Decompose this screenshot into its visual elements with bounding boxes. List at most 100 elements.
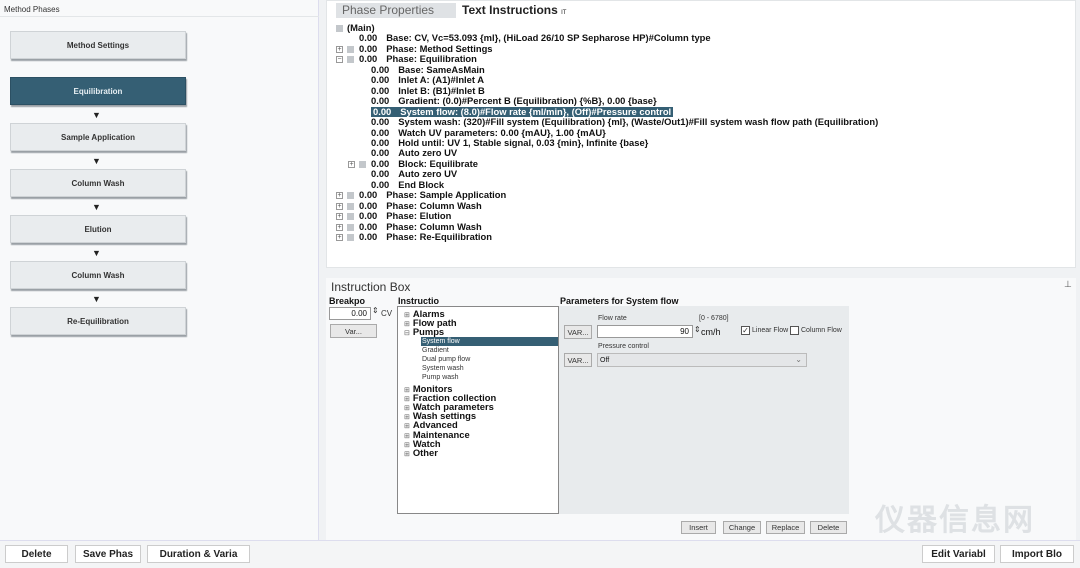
flow-rate-var-button[interactable]: VAR... — [564, 325, 592, 339]
tree-row-value: 0.00 — [371, 84, 390, 96]
expand-icon[interactable]: ⊟ — [404, 330, 410, 337]
expand-icon[interactable]: + — [336, 192, 343, 200]
tab-bar: Phase Properties Text Instructions IT — [336, 3, 573, 18]
tree-row-value: 0.00 — [359, 220, 378, 232]
phase-button[interactable]: Re-Equilibration — [10, 307, 186, 335]
import-block-button[interactable]: Import Blo — [1000, 545, 1074, 563]
tree-row-label: System flow: (8.0)#Flow rate {ml/min}, (… — [400, 105, 672, 117]
tree-row-label: Inlet A: (A1)#Inlet A — [398, 74, 485, 86]
node-square-icon — [347, 45, 354, 53]
tree-row-value: 0.00 — [371, 178, 390, 190]
instruction-box-title: Instruction Box — [331, 280, 411, 294]
pin-icon[interactable]: ⊥ — [1064, 279, 1072, 290]
tree-row-value: 0.00 — [371, 126, 390, 138]
node-square-icon — [347, 213, 354, 221]
tree-row-label: Watch UV parameters: 0.00 {mAU}, 1.00 {m… — [398, 126, 606, 138]
tab-text-instructions[interactable]: Text Instructions IT — [456, 3, 573, 18]
var-button[interactable]: Var... — [330, 324, 377, 338]
tree-row-value: 0.00 — [359, 42, 378, 54]
tree-row-text: 0.00 System wash: (320)#Fill system (Equi… — [371, 116, 879, 128]
edit-variables-button[interactable]: Edit Variabl — [922, 545, 995, 563]
chevron-down-icon: ⌄ — [795, 355, 802, 364]
linear-flow-checkbox[interactable]: ✓ Linear Flow — [741, 326, 788, 335]
duration-variables-button[interactable]: Duration & Varia — [147, 545, 250, 563]
phase-button[interactable]: Column Wash — [10, 261, 186, 289]
phase-button[interactable]: Elution — [10, 215, 186, 243]
pressure-control-value: Off — [600, 357, 610, 364]
phase-button[interactable]: Sample Application — [10, 123, 186, 151]
tree-row-value: 0.00 — [371, 157, 390, 169]
tree-row-value: 0.00 — [359, 189, 378, 201]
params-title: Parameters for System flow — [560, 296, 679, 306]
instruction-group[interactable]: ⊞ Other — [404, 448, 438, 459]
tree-row-label: Phase: Sample Application — [386, 189, 507, 201]
watermark-logo: 仪器信息网 — [875, 504, 1035, 537]
tree-row-value: 0.00 — [371, 74, 390, 86]
pressure-control-label: Pressure control — [598, 343, 649, 350]
tree-row-label: Phase: Equilibration — [386, 53, 477, 65]
tree-row-value: 0.00 — [371, 116, 390, 128]
tree-row-label: Phase: Re-Equilibration — [386, 231, 492, 242]
down-triangle-icon: ▼ — [92, 110, 101, 120]
instruction-label: Instructio — [398, 296, 440, 306]
tree-row-label: End Block — [398, 178, 445, 190]
tree-row-label: Base: CV, Vc=53.093 {ml}, (HiLoad 26/10 … — [386, 32, 711, 44]
flow-rate-range: [0 - 6780] — [699, 315, 729, 322]
tree-row-label: Phase: Method Settings — [386, 42, 493, 54]
down-triangle-icon: ▼ — [92, 156, 101, 166]
tree-row-value: 0.00 — [371, 168, 390, 180]
instruction-item[interactable]: Gradient — [422, 346, 449, 355]
column-flow-checkbox[interactable]: Column Flow — [790, 326, 842, 335]
expand-icon[interactable]: + — [336, 202, 343, 210]
insert-button[interactable]: Insert — [681, 521, 716, 534]
tab-phase-properties[interactable]: Phase Properties — [336, 3, 456, 18]
change-button[interactable]: Change — [723, 521, 761, 534]
tree-row-value: 0.00 — [359, 32, 378, 44]
instruction-item[interactable]: System wash — [422, 364, 464, 373]
expand-icon[interactable]: + — [336, 234, 343, 241]
tree-row-text: 0.00 Phase: Re-Equilibration — [359, 231, 492, 243]
delete-phase-button[interactable]: Delete — [5, 545, 68, 563]
tree-row-label: Block: Equilibrate — [398, 157, 478, 169]
phase-button[interactable]: Column Wash — [10, 169, 186, 197]
node-square-icon — [347, 202, 354, 210]
flow-rate-stepper-icon[interactable]: ⇕ — [694, 325, 701, 334]
phase-button[interactable]: Equilibration — [10, 77, 186, 105]
phase-button[interactable]: Method Settings — [10, 31, 186, 59]
checkbox-unchecked-icon — [790, 326, 799, 335]
node-square-icon — [347, 192, 354, 200]
tree-row-label: Hold until: UV 1, Stable signal, 0.03 {m… — [398, 136, 649, 148]
down-triangle-icon: ▼ — [92, 294, 101, 304]
instruction-list[interactable]: ⊞ Alarms ⊞ Flow path ⊟ Pumps System flow Gradie… — [397, 306, 559, 514]
pressure-var-button[interactable]: VAR... — [564, 353, 592, 367]
tree-row-value: 0.00 — [371, 95, 390, 107]
flow-rate-label: Flow rate — [598, 315, 627, 322]
linear-flow-label: Linear Flow — [752, 327, 789, 334]
delete-instruction-button[interactable]: Delete — [810, 521, 847, 534]
replace-button[interactable]: Replace — [766, 521, 805, 534]
pressure-control-select[interactable]: Off ⌄ — [597, 353, 807, 367]
save-phase-button[interactable]: Save Phas — [75, 545, 141, 563]
breakpoint-input[interactable]: 0.00 — [329, 307, 371, 320]
breakpoint-stepper-icon[interactable]: ⇕ — [372, 306, 379, 315]
expand-icon[interactable]: + — [348, 160, 355, 168]
checkbox-checked-icon: ✓ — [741, 326, 750, 335]
flow-rate-unit: cm/h — [701, 327, 721, 337]
tree-row-value: 0.00 — [371, 147, 390, 159]
instruction-item[interactable]: Pump wash — [422, 373, 459, 382]
tree-row-value: 0.00 — [371, 136, 390, 148]
tree-row-value: 0.00 — [359, 231, 378, 242]
expand-icon[interactable]: ⊞ — [404, 451, 410, 458]
expand-icon[interactable]: + — [336, 223, 343, 231]
expand-icon[interactable]: + — [336, 45, 343, 53]
down-triangle-icon: ▼ — [92, 202, 101, 212]
expand-icon[interactable]: + — [336, 213, 343, 221]
instruction-item[interactable]: System flow — [421, 336, 558, 346]
flow-rate-input[interactable]: 90 — [597, 325, 693, 338]
instruction-item[interactable]: Dual pump flow — [422, 355, 470, 364]
column-flow-label: Column Flow — [801, 327, 842, 334]
tree-row-label: Gradient: (0.0)#Percent B (Equilibration… — [398, 95, 657, 107]
tree-row-label: Auto zero UV — [398, 147, 458, 159]
collapse-icon[interactable]: − — [336, 56, 343, 64]
tree-row-label: System wash: (320)#Fill system (Equilibr… — [398, 116, 879, 128]
